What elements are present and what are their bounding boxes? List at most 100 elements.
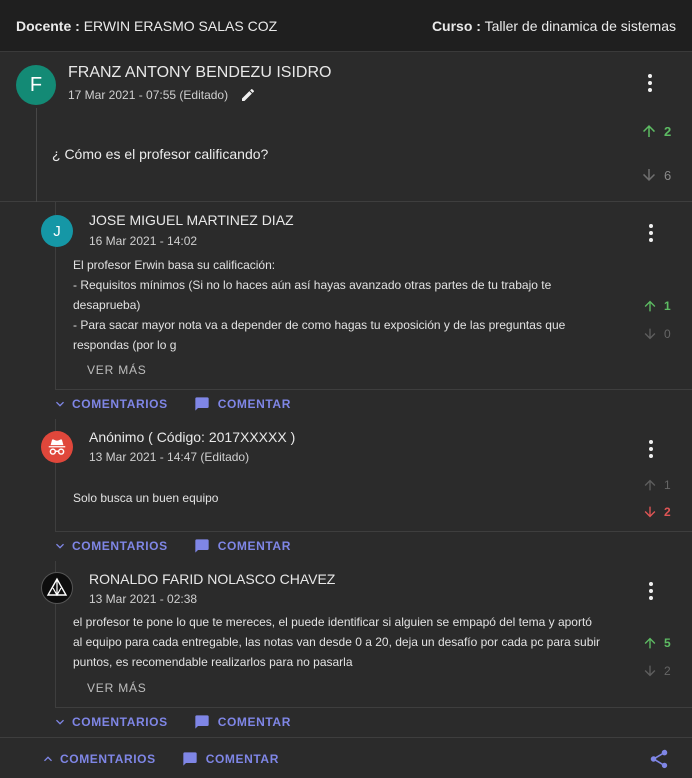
comment-icon [195,397,209,411]
downvote-button[interactable]: 0 [642,326,671,342]
downvote-button[interactable]: 2 [642,663,671,679]
comentarios-toggle[interactable]: COMENTARIOS [52,538,168,554]
divider [0,737,692,738]
upvote-count: 1 [664,478,671,492]
curso-label: Curso : [431,17,481,34]
comment-icon [195,715,209,729]
kebab-menu-icon[interactable] [649,582,653,600]
downvote-count: 6 [664,167,672,183]
comentarios-toggle[interactable]: COMENTARIOS [40,751,156,767]
reply-line: puntos, es recomendable realizarlos para… [73,655,353,669]
upvote-button[interactable]: 5 [642,635,671,651]
reply-author: JOSE MIGUEL MARTINEZ DIAZ [89,212,294,228]
arrow-up-icon [644,300,656,312]
comentar-label: COMENTAR [217,715,291,729]
upvote-button[interactable]: 1 [642,298,671,314]
docente-info: Docente : ERWIN ERASMO SALAS COZ [16,18,277,34]
reply-line: al equipo para cada entregable, las nota… [73,635,601,649]
kebab-menu-icon[interactable] [648,74,652,92]
avatar-letter: J [53,222,61,240]
header-bar: Docente : ERWIN ERASMO SALAS COZ Curso :… [0,0,692,52]
curso-name: Taller de dinamica de sistemas [484,17,676,34]
comment-icon [183,752,197,766]
reply-card: Anónimo ( Código: 2017XXXXX ) 13 Mar 202… [41,419,692,532]
reply-card: J JOSE MIGUEL MARTINEZ DIAZ 16 Mar 2021 … [41,202,692,390]
chevron-down-icon [56,401,64,407]
share-icon[interactable] [648,748,670,775]
arrow-up-icon [644,479,656,491]
kebab-menu-icon[interactable] [649,440,653,458]
upvote-button[interactable]: 2 [640,122,671,140]
downvote-button[interactable]: 6 [640,166,671,184]
chevron-down-icon [56,543,64,549]
upvote-count: 5 [664,636,671,650]
ver-mas-button[interactable]: VER MÁS [87,363,147,377]
comentar-button[interactable]: COMENTAR [182,751,279,767]
comentarios-toggle[interactable]: COMENTARIOS [52,714,168,730]
avatar-letter: F [29,73,43,96]
reply-body: El profesor Erwin basa su calificación: … [73,255,633,355]
pencil-icon[interactable] [240,87,256,108]
reply-body: el profesor te pone lo que te mereces, e… [73,612,643,672]
post-actions: COMENTARIOS COMENTAR [0,744,692,774]
comentar-button[interactable]: COMENTAR [194,396,291,412]
reply-line: - Requisitos mínimos (Si no lo haces aún… [73,278,552,292]
comentar-label: COMENTAR [217,539,291,553]
reply-actions: COMENTARIOS COMENTAR [0,707,692,737]
chevron-up-icon [44,756,52,762]
upvote-button[interactable]: 1 [642,477,671,493]
arrow-down-icon [644,665,656,677]
post-date: 17 Mar 2021 - 07:55 (Editado) [68,88,229,102]
upvote-count: 2 [664,123,672,139]
reply-actions: COMENTARIOS COMENTAR [0,531,692,561]
main-post: F FRANZ ANTONY BENDEZU ISIDRO 17 Mar 202… [0,52,692,202]
docente-name: ERWIN ERASMO SALAS COZ [83,17,278,34]
reply-date: 13 Mar 2021 - 02:38 [89,592,198,606]
comentar-label: COMENTAR [205,752,279,766]
reply-line: El profesor Erwin basa su calificación: [73,258,276,272]
docente-label: Docente : [16,17,80,34]
comentarios-label: COMENTARIOS [72,715,168,729]
post-author: FRANZ ANTONY BENDEZU ISIDRO [68,64,332,81]
linkin-park-logo-icon [41,572,73,604]
comentar-button[interactable]: COMENTAR [194,538,291,554]
downvote-count: 0 [664,327,671,341]
comentarios-toggle[interactable]: COMENTARIOS [52,396,168,412]
upvote-count: 1 [664,299,671,313]
reply-line: desaprueba) [73,298,141,312]
post-question: ¿ Cómo es el profesor calificando? [52,146,269,162]
reply-line: el profesor te pone lo que te mereces, e… [73,615,592,629]
downvote-count: 2 [664,664,671,678]
avatar: J [41,215,73,247]
downvote-count: 2 [664,505,671,519]
incognito-icon [41,431,73,463]
arrow-down-icon [644,328,656,340]
comentarios-label: COMENTARIOS [60,752,156,766]
curso-info: Curso : Taller de dinamica de sistemas [432,18,676,34]
comentarios-label: COMENTARIOS [72,539,168,553]
reply-date: 16 Mar 2021 - 14:02 [89,234,198,248]
reply-actions: COMENTARIOS COMENTAR [0,389,692,419]
comentarios-label: COMENTARIOS [72,397,168,411]
kebab-menu-icon[interactable] [649,224,653,242]
comentar-button[interactable]: COMENTAR [194,714,291,730]
thread-line [36,108,37,202]
arrow-down-icon [644,506,656,518]
reply-author: Anónimo ( Código: 2017XXXXX ) [89,429,296,445]
ver-mas-button[interactable]: VER MÁS [87,681,147,695]
reply-line: respondas (por lo g [73,338,177,352]
comentar-label: COMENTAR [217,397,291,411]
arrow-up-icon [644,637,656,649]
chevron-down-icon [56,719,64,725]
reply-author: RONALDO FARID NOLASCO CHAVEZ [89,571,336,587]
downvote-button[interactable]: 2 [642,504,671,520]
arrow-down-icon [643,169,655,181]
arrow-up-icon [643,125,655,137]
reply-line: - Para sacar mayor nota va a depender de… [73,318,566,332]
reply-date: 13 Mar 2021 - 14:47 (Editado) [89,450,250,464]
reply-card: RONALDO FARID NOLASCO CHAVEZ 13 Mar 2021… [41,561,692,708]
reply-line: Solo busca un buen equipo [73,491,219,505]
comment-icon [195,539,209,553]
avatar: F [16,65,56,105]
reply-body: Solo busca un buen equipo [73,488,633,508]
